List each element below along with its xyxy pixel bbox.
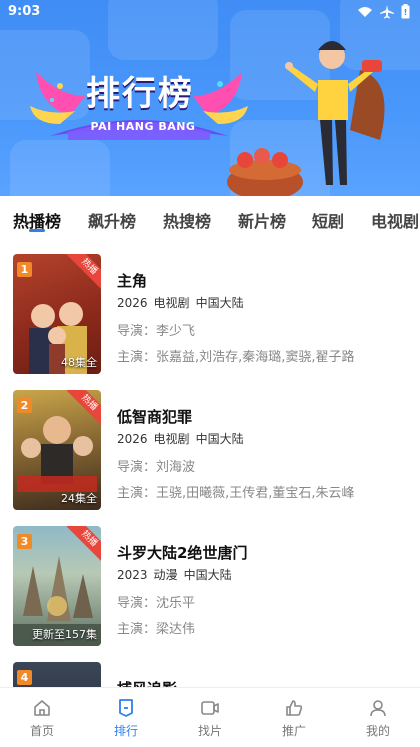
banner-decor	[10, 140, 110, 196]
nav-ranking-label: 排行	[113, 724, 138, 738]
nav-home-label: 首页	[29, 724, 54, 738]
item-region: 中国大陆	[195, 296, 244, 310]
nav-promote[interactable]: 推广	[264, 698, 324, 739]
poster-image[interactable]: 1 热播 48集全	[13, 254, 101, 374]
nav-promote-label: 推广	[281, 724, 306, 738]
item-category: 动漫	[153, 568, 178, 582]
rank-badge: 4	[17, 670, 32, 685]
video-icon	[201, 701, 219, 715]
item-cast: 主演：张嘉益,刘浩存,秦海璐,窦骁,翟子路	[117, 350, 355, 364]
item-year: 2023	[117, 568, 148, 582]
rank-badge: 2	[17, 398, 32, 413]
active-tab-indicator	[29, 229, 45, 232]
item-info: 捕风追影	[117, 678, 407, 687]
item-cast: 主演：梁达伟	[117, 622, 196, 636]
ranking-screen: 9:03 ! 排行榜 PAI HANG BANG 热播榜 飙升榜 热搜榜 新片榜…	[0, 0, 420, 747]
item-region: 中国大陆	[195, 432, 244, 446]
rank-badge: 1	[17, 262, 32, 277]
item-director: 导演：李少飞	[117, 324, 196, 338]
item-title[interactable]: 主角	[117, 270, 407, 292]
item-director: 导演：沈乐平	[117, 596, 196, 610]
item-director: 导演：刘海波	[117, 460, 196, 474]
ranking-list: 1 热播 48集全 主角 2026 电视剧 中国大陆 导演：李少飞 主演：张嘉益,刘…	[0, 242, 420, 687]
episode-count: 更新至157集	[32, 628, 97, 641]
item-title[interactable]: 捕风追影	[117, 678, 407, 687]
poster-image[interactable]: 4	[13, 662, 101, 687]
bottom-navigation: 首页 排行 找片 推广 我的	[0, 687, 420, 747]
list-item[interactable]: 1 热播 48集全 主角 2026 电视剧 中国大陆 导演：李少飞 主演：张嘉益,刘…	[0, 242, 420, 374]
item-cast: 主演：王骁,田曦薇,王传君,董宝石,朱云峰	[117, 486, 355, 500]
banner-title: 排行榜	[86, 74, 194, 114]
banner-subtitle: PAI HANG BANG	[90, 120, 196, 133]
item-info: 低智商犯罪 2026 电视剧 中国大陆 导演：刘海波 主演：王骁,田曦薇,王传君,董…	[117, 406, 407, 500]
list-item[interactable]: 3 热播 更新至157集 斗罗大陆2绝世唐门 2023 动漫 中国大陆 导演：沈乐平…	[0, 514, 420, 646]
tab-hot-search[interactable]: 热搜榜	[163, 208, 211, 232]
episode-count: 48集全	[61, 356, 97, 369]
rank-badge: 3	[17, 534, 32, 549]
nav-profile-label: 我的	[365, 724, 390, 738]
nav-find-label: 找片	[197, 724, 222, 738]
list-item[interactable]: 4 捕风追影	[0, 650, 420, 687]
tab-rising[interactable]: 飙升榜	[88, 208, 136, 232]
poster-image[interactable]: 3 热播 更新至157集	[13, 526, 101, 646]
mascot-illustration	[227, 41, 385, 196]
nav-find[interactable]: 找片	[180, 698, 240, 739]
item-title[interactable]: 斗罗大陆2绝世唐门	[117, 542, 407, 564]
thumbs-up-icon	[286, 700, 303, 716]
ranking-logo: 排行榜 PAI HANG BANG	[30, 66, 248, 140]
poster-image[interactable]: 2 热播 24集全	[13, 390, 101, 510]
status-time: 9:03	[8, 4, 41, 19]
item-title[interactable]: 低智商犯罪	[117, 406, 407, 428]
ranking-tabs: 热播榜 飙升榜 热搜榜 新片榜 短剧 电视剧	[0, 196, 420, 242]
item-info: 斗罗大陆2绝世唐门 2023 动漫 中国大陆 导演：沈乐平 主演：梁达伟	[117, 542, 407, 636]
item-region: 中国大陆	[183, 568, 232, 582]
ranking-icon	[119, 699, 133, 717]
item-meta: 2026 电视剧 中国大陆	[117, 430, 407, 448]
person-icon	[370, 700, 386, 717]
item-year: 2026	[117, 432, 148, 446]
ranking-banner: 9:03 ! 排行榜 PAI HANG BANG	[0, 0, 420, 196]
item-meta: 2026 电视剧 中国大陆	[117, 294, 407, 312]
nav-ranking[interactable]: 排行	[96, 698, 156, 739]
nav-home[interactable]: 首页	[12, 698, 72, 739]
item-meta: 2023 动漫 中国大陆	[117, 566, 407, 584]
tab-tv-series[interactable]: 电视剧	[371, 208, 419, 232]
episode-count: 24集全	[61, 492, 97, 505]
tab-new-release[interactable]: 新片榜	[238, 208, 286, 232]
list-item[interactable]: 2 热播 24集全 低智商犯罪 2026 电视剧 中国大陆 导演：刘海波 主演：王骁…	[0, 378, 420, 510]
home-icon	[34, 700, 50, 716]
item-category: 电视剧	[153, 432, 190, 446]
item-category: 电视剧	[153, 296, 190, 310]
tab-short-drama[interactable]: 短剧	[312, 208, 344, 232]
nav-profile[interactable]: 我的	[348, 698, 408, 739]
item-info: 主角 2026 电视剧 中国大陆 导演：李少飞 主演：张嘉益,刘浩存,秦海璐,窦骁,…	[117, 270, 407, 364]
item-year: 2026	[117, 296, 148, 310]
